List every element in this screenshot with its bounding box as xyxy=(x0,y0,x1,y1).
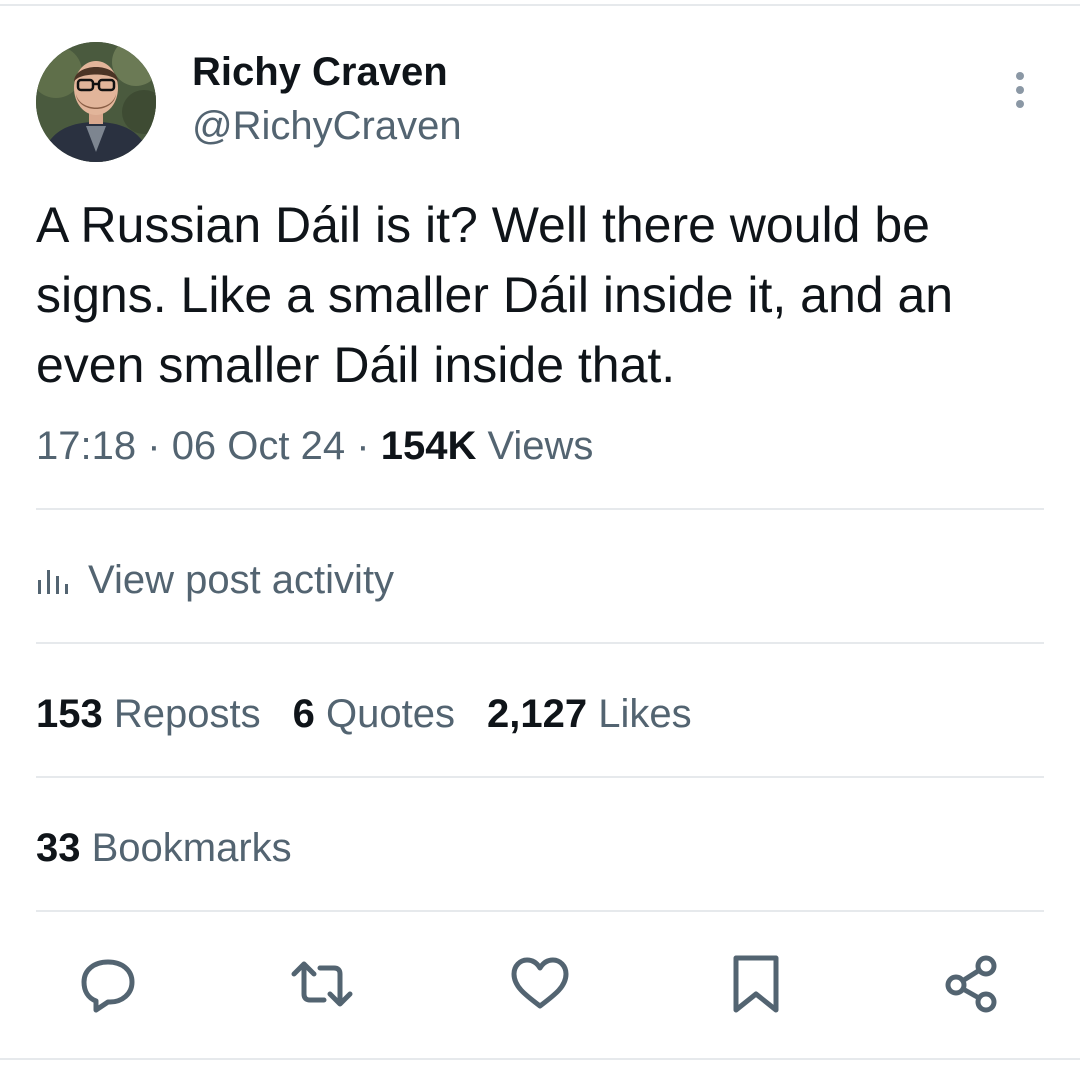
profile-photo-icon xyxy=(36,42,156,162)
likes-label: Likes xyxy=(598,692,692,736)
reply-button[interactable] xyxy=(76,950,140,1020)
avatar[interactable] xyxy=(36,42,156,162)
bookmark-button[interactable] xyxy=(724,950,788,1020)
share-icon xyxy=(945,955,997,1013)
views-label: Views xyxy=(487,424,594,468)
engagement-stats: 153 Reposts 6 Quotes 2,127 Likes xyxy=(36,688,724,740)
divider xyxy=(36,910,1044,912)
bookmarks-label: Bookmarks xyxy=(91,826,292,870)
more-options-icon[interactable] xyxy=(1004,70,1036,110)
reposts-label: Reposts xyxy=(113,692,261,736)
quotes-stat[interactable]: 6 Quotes xyxy=(293,692,455,736)
views-count: 154K xyxy=(380,424,477,468)
reply-icon xyxy=(81,959,135,1013)
quotes-label: Quotes xyxy=(326,692,455,736)
divider xyxy=(36,776,1044,778)
divider xyxy=(36,508,1044,510)
author-display-name[interactable]: Richy Craven xyxy=(192,48,448,96)
post-time[interactable]: 17:18 xyxy=(36,424,136,468)
top-divider xyxy=(0,4,1080,6)
activity-label: View post activity xyxy=(88,557,395,602)
meta-separator: · xyxy=(356,424,370,468)
post-meta: 17:18 · 06 Oct 24 · 154K Views xyxy=(36,420,593,472)
repost-icon xyxy=(291,961,353,1007)
reposts-stat[interactable]: 153 Reposts xyxy=(36,692,261,736)
repost-button[interactable] xyxy=(290,950,354,1020)
bookmarks-count: 33 xyxy=(36,826,81,870)
divider xyxy=(36,642,1044,644)
bookmark-icon xyxy=(733,955,779,1013)
bottom-divider xyxy=(0,1058,1080,1060)
view-post-activity-link[interactable]: View post activity xyxy=(36,554,394,606)
likes-stat[interactable]: 2,127 Likes xyxy=(487,692,692,736)
quotes-count: 6 xyxy=(292,692,315,736)
like-icon xyxy=(511,957,569,1009)
share-button[interactable] xyxy=(940,950,1004,1020)
post-date[interactable]: 06 Oct 24 xyxy=(172,424,345,468)
likes-count: 2,127 xyxy=(486,692,588,736)
bar-chart-icon xyxy=(38,570,68,594)
reposts-count: 153 xyxy=(36,692,103,736)
meta-separator: · xyxy=(147,424,161,468)
like-button[interactable] xyxy=(508,950,572,1020)
author-handle[interactable]: @RichyCraven xyxy=(192,102,462,150)
bookmarks-stat[interactable]: 33 Bookmarks xyxy=(36,822,292,874)
post-text: A Russian Dáil is it? Well there would b… xyxy=(36,197,954,393)
